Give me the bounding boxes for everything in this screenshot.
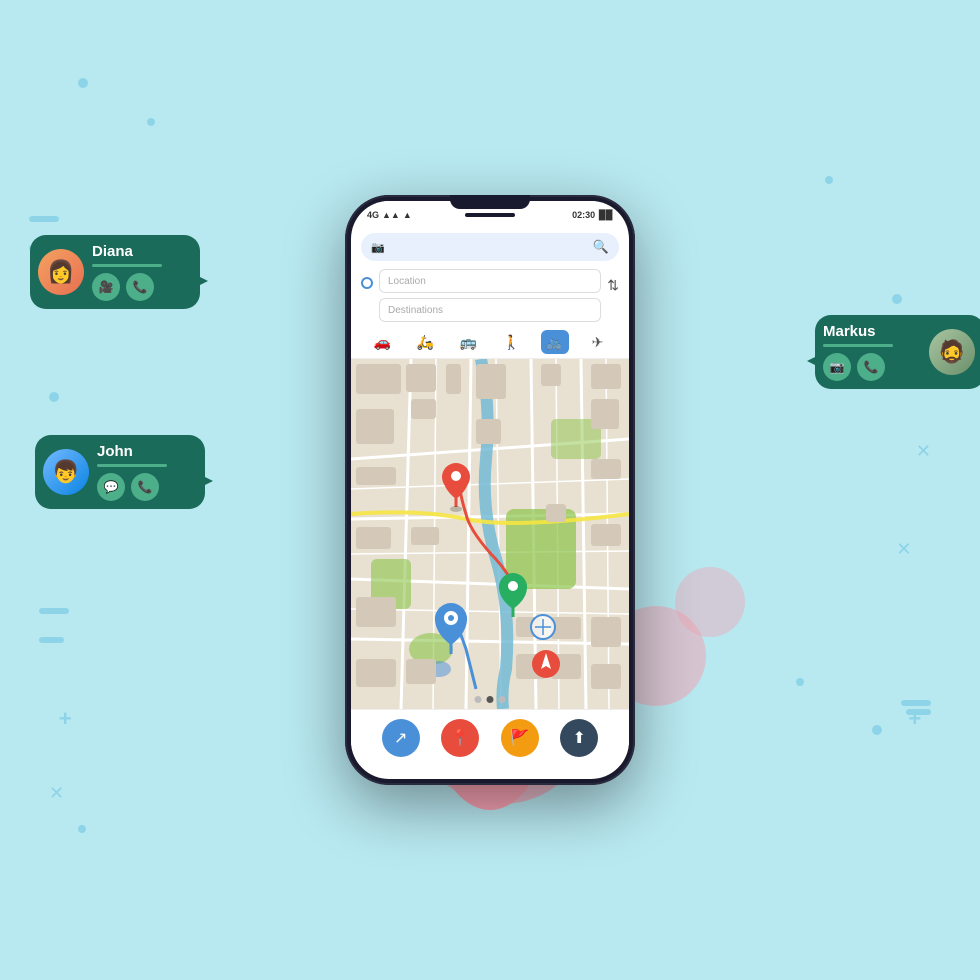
map-svg (351, 359, 629, 709)
route-section: Location Destinations ⇅ (351, 265, 629, 326)
transport-bike[interactable]: 🚲 (541, 330, 569, 354)
john-name: John (97, 443, 195, 460)
camera-icon: 📷 (371, 241, 385, 254)
diana-video-button[interactable]: 🎥 (92, 273, 120, 301)
markus-info: Markus 📷 📞 (823, 323, 921, 381)
phone-screen: 4G ▲▲ ▲ 02:30 ▉▉ 📷 🔍 (351, 201, 629, 779)
destination-input[interactable]: Destinations (379, 298, 601, 322)
swap-icon[interactable]: ⇅ (607, 277, 619, 294)
map-dot-1 (475, 696, 482, 703)
markus-bubble: Markus 📷 📞 🧔 (815, 315, 980, 389)
markus-name: Markus (823, 323, 921, 340)
john-bubble: 👦 John 💬 📞 (35, 435, 205, 509)
nav-navigate-button[interactable]: ↗ (382, 719, 420, 757)
diana-status-line (92, 264, 162, 267)
diana-actions: 🎥 📞 (92, 273, 190, 301)
map-pagination (475, 696, 506, 703)
status-network: 4G ▲▲ ▲ (367, 210, 412, 220)
map-dot-2 (487, 696, 494, 703)
markus-camera-button[interactable]: 📷 (823, 353, 851, 381)
transport-car[interactable]: 🚗 (369, 330, 397, 354)
john-actions: 💬 📞 (97, 473, 195, 501)
phone-notch (450, 195, 530, 209)
john-avatar: 👦 (43, 449, 89, 495)
scene-wrapper: 4G ▲▲ ▲ 02:30 ▉▉ 📷 🔍 (190, 115, 790, 865)
transport-flight[interactable]: ✈ (584, 330, 612, 354)
john-status-line (97, 464, 167, 467)
search-icon: 🔍 (593, 239, 609, 255)
route-origin-dot (361, 277, 373, 289)
search-bar[interactable]: 📷 🔍 (361, 233, 619, 261)
diana-phone-button[interactable]: 📞 (126, 273, 154, 301)
markus-status-line (823, 344, 893, 347)
markus-actions: 📷 📞 (823, 353, 921, 381)
diana-avatar: 👩 (38, 249, 84, 295)
markus-phone-button[interactable]: 📞 (857, 353, 885, 381)
transport-walk[interactable]: 🚶 (498, 330, 526, 354)
markus-avatar: 🧔 (929, 329, 975, 375)
route-inputs: Location Destinations (379, 269, 601, 322)
bottom-nav: ↗ 📍 🚩 ⬆ (351, 709, 629, 765)
john-message-button[interactable]: 💬 (97, 473, 125, 501)
transport-modes: 🚗 🛵 🚌 🚶 🚲 ✈ (351, 326, 629, 359)
diana-info: Diana 🎥 📞 (92, 243, 190, 301)
nav-pin-button[interactable]: 📍 (441, 719, 479, 757)
john-phone-button[interactable]: 📞 (131, 473, 159, 501)
status-time-battery: 02:30 ▉▉ (572, 210, 613, 221)
location-input[interactable]: Location (379, 269, 601, 293)
nav-share-button[interactable]: ⬆ (560, 719, 598, 757)
transport-motorbike[interactable]: 🛵 (412, 330, 440, 354)
john-info: John 💬 📞 (97, 443, 195, 501)
nav-flag-button[interactable]: 🚩 (501, 719, 539, 757)
map-area[interactable] (351, 359, 629, 709)
transport-bus[interactable]: 🚌 (455, 330, 483, 354)
diana-bubble: 👩 Diana 🎥 📞 (30, 235, 200, 309)
diana-name: Diana (92, 243, 190, 260)
phone: 4G ▲▲ ▲ 02:30 ▉▉ 📷 🔍 (345, 195, 635, 785)
map-dot-3 (499, 696, 506, 703)
